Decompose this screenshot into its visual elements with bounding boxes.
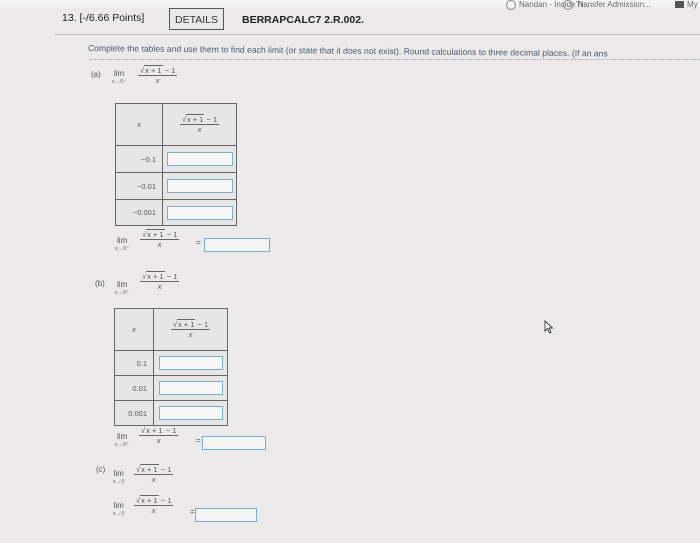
bookmark-transfer-admission[interactable]: Transfer Admission...	[563, 0, 651, 10]
part-a-result-fraction: √x + 1 − 1 x	[140, 229, 180, 249]
globe-icon	[563, 0, 573, 10]
table-header-x: x	[114, 308, 154, 351]
table-row: 0.01	[114, 375, 228, 401]
part-c-fraction: √x + 1 − 1 x	[134, 464, 174, 484]
part-b-result-limit: lim x→0⁺	[115, 432, 130, 448]
part-a-fraction: √x + 1 − 1 x	[138, 65, 178, 85]
equals-sign: =	[190, 507, 195, 516]
limit-approach: x→0⁺	[115, 290, 130, 296]
table-row: 0.1	[114, 350, 228, 376]
limit-approach: x→0	[113, 479, 125, 485]
question-points: [-/6.66 Points]	[79, 12, 145, 24]
equals-sign: =	[196, 238, 201, 247]
mouse-pointer-icon	[544, 319, 554, 334]
part-b-label: (b)	[95, 279, 105, 288]
part-b-result-fraction: √x + 1 − 1 x	[139, 425, 179, 445]
question-code: BERRAPCALC7 2.R.002.	[242, 14, 364, 26]
answer-input[interactable]	[158, 356, 223, 370]
instructions-divider	[90, 59, 700, 60]
page-icon	[506, 0, 516, 10]
answer-input[interactable]	[166, 152, 233, 166]
part-b-fraction: √x + 1 − 1 x	[140, 271, 180, 291]
part-b-limit-input[interactable]	[202, 436, 266, 450]
part-a-result-limit: lim x→0⁻	[115, 236, 130, 252]
numerator: √x + 1 − 1	[138, 65, 178, 76]
part-a-limit-input[interactable]	[204, 238, 270, 252]
x-value-cell: −0.1	[115, 145, 163, 173]
answer-input[interactable]	[158, 381, 223, 395]
question-number: 13.	[62, 12, 77, 24]
details-button[interactable]: DETAILS	[169, 8, 224, 30]
folder-icon	[675, 1, 684, 9]
part-c-limit-input[interactable]	[195, 508, 257, 522]
table-row: −0.1	[115, 145, 237, 173]
x-value-cell: 0.1	[114, 350, 154, 376]
answer-input[interactable]	[158, 406, 223, 420]
x-value-cell: 0.001	[114, 400, 154, 426]
x-value-cell: 0.01	[114, 375, 154, 401]
instructions-text: Complete the tables and use them to find…	[87, 43, 608, 59]
x-value-cell: −0.001	[115, 199, 163, 226]
part-a-limit: lim x→0⁻	[112, 69, 126, 87]
question-header: 13. [-/6.66 Points]	[62, 12, 144, 24]
table-header-fraction: √x + 1 − 1 x	[162, 103, 237, 146]
answer-input[interactable]	[166, 205, 233, 220]
part-a-label: (a)	[91, 70, 101, 79]
table-row: 0.001	[114, 400, 228, 426]
part-c-result-fraction: √x + 1 − 1 x	[134, 495, 174, 515]
part-a-table: x √x + 1 − 1 x −0.1 −0.01 −0.001	[115, 103, 237, 226]
x-value-cell: −0.01	[115, 172, 163, 200]
bookmark-my[interactable]: My	[675, 0, 698, 9]
table-header-fraction: √x + 1 − 1 x	[153, 308, 228, 351]
equals-sign: =	[196, 436, 201, 445]
table-row: −0.001	[115, 199, 237, 226]
bookmarks-bar: Nandan - Inside N... Transfer Admission.…	[0, 0, 700, 10]
table-row: −0.01	[115, 172, 237, 200]
denominator: x	[155, 76, 160, 85]
part-b-table: x √x + 1 − 1 x 0.1 0.01 0.001	[114, 308, 228, 426]
part-c-result-limit: lim x→0	[113, 501, 125, 517]
header-divider	[55, 34, 700, 35]
part-c-label: (c)	[96, 465, 106, 474]
answer-input[interactable]	[166, 179, 233, 193]
lim-text: lim	[114, 69, 125, 78]
table-header-x: x	[115, 103, 163, 146]
part-c-limit: lim x→0	[113, 469, 125, 485]
part-b-limit: lim x→0⁺	[115, 280, 130, 296]
limit-approach: x→0⁻	[112, 79, 127, 85]
